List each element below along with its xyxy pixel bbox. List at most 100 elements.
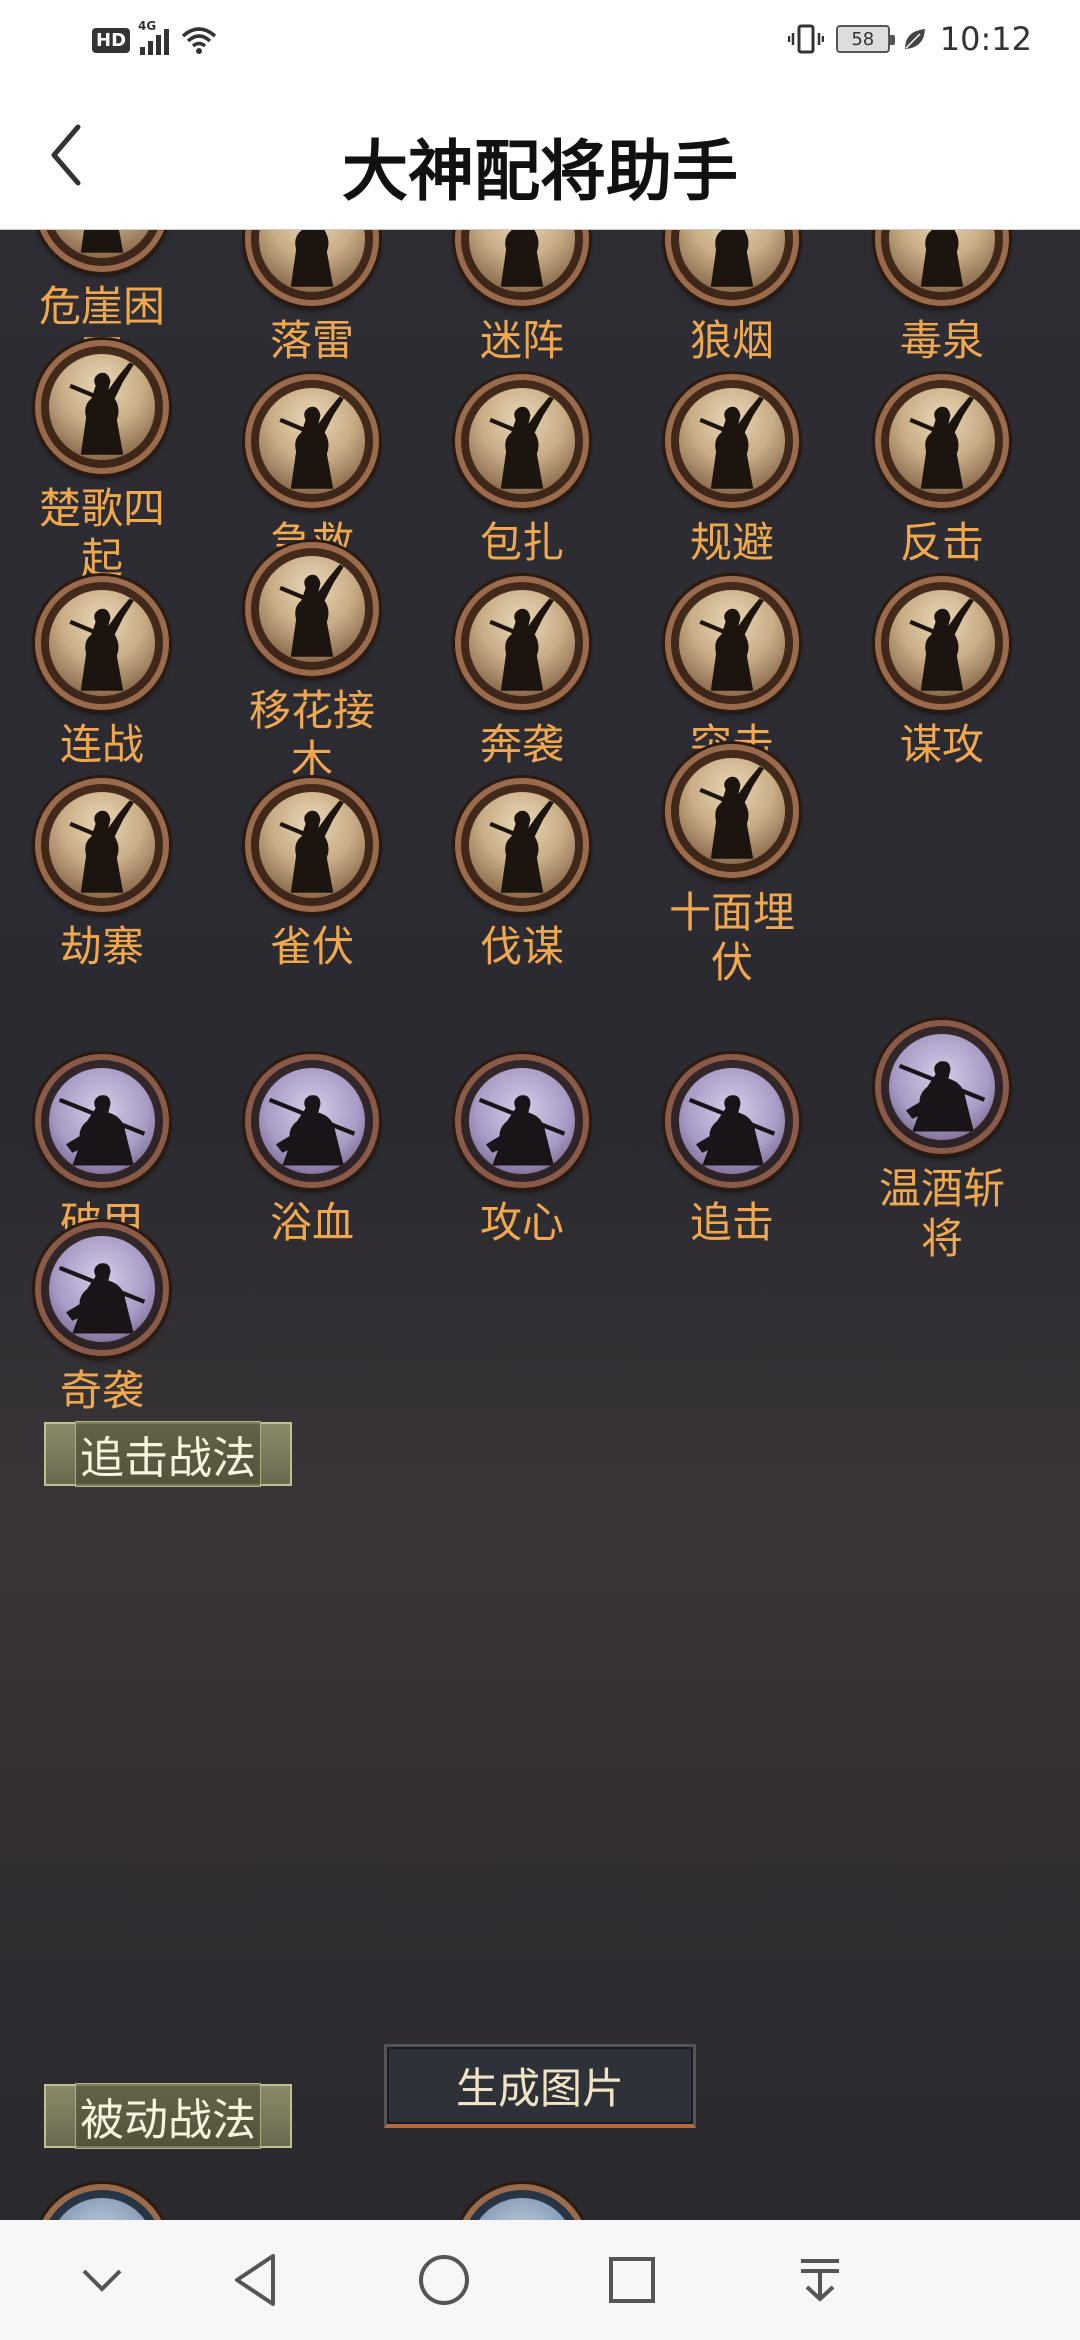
active-skill-item[interactable]: 谋攻 <box>857 576 1027 770</box>
pursuit-skill-icon <box>455 1054 589 1188</box>
skill-label: 十面埋伏 <box>668 888 795 987</box>
pursuit-skill-item[interactable]: 浴血 <box>227 1054 397 1248</box>
skill-label: 反击 <box>899 518 984 567</box>
passive-skill-icon[interactable] <box>35 2184 169 2220</box>
status-bar: HD 4G 58 10:12 <box>0 0 1080 80</box>
signal-icon: 4G <box>138 19 170 55</box>
active-skill-icon <box>665 374 799 508</box>
square-recents-icon <box>609 2257 655 2303</box>
active-skill-icon <box>245 542 379 676</box>
nav-home-button[interactable] <box>414 2250 474 2310</box>
active-skill-icon <box>665 576 799 710</box>
active-skill-item[interactable]: 伐谋 <box>437 778 607 972</box>
skill-label: 伐谋 <box>479 922 564 971</box>
active-skill-item[interactable]: 毒泉 <box>857 230 1027 366</box>
active-skill-icon <box>245 374 379 508</box>
skill-label: 追击 <box>689 1198 774 1247</box>
pursuit-skill-item[interactable]: 追击 <box>647 1054 817 1248</box>
nav-collapse-button[interactable] <box>72 2250 132 2310</box>
active-skill-item[interactable]: 劫寨 <box>17 778 187 972</box>
skill-label: 雀伏 <box>269 922 354 971</box>
triangle-back-icon <box>235 2254 275 2306</box>
active-skill-icon <box>665 744 799 878</box>
skill-label: 攻心 <box>479 1198 564 1247</box>
leaf-icon <box>904 29 925 49</box>
skill-label: 包扎 <box>479 518 564 567</box>
skill-label: 浴血 <box>269 1198 354 1247</box>
section-tag-pursuit: 追击战法 <box>44 1421 292 1487</box>
wifi-icon <box>181 27 217 54</box>
section-tag-passive: 被动战法 <box>44 2083 292 2149</box>
skill-label: 狼烟 <box>689 316 774 365</box>
network-type-label: 4G <box>138 19 157 33</box>
active-skill-item[interactable]: 反击 <box>857 374 1027 568</box>
active-skill-icon <box>245 778 379 912</box>
active-skill-icon <box>455 374 589 508</box>
skill-label: 迷阵 <box>479 316 564 365</box>
active-skill-item[interactable]: 楚歌四起 <box>17 340 187 584</box>
pursuit-skill-item[interactable]: 温酒斩将 <box>857 1020 1027 1264</box>
skill-label: 劫寨 <box>59 922 144 971</box>
pursuit-skill-item[interactable]: 攻心 <box>437 1054 607 1248</box>
page-title: 大神配将助手 <box>342 133 738 210</box>
status-right: 58 10:12 <box>787 20 1032 58</box>
pursuit-skill-icon <box>35 1054 169 1188</box>
active-skill-item[interactable]: 移花接木 <box>227 542 397 786</box>
pursuit-skill-icon <box>245 1054 379 1188</box>
chevron-down-icon <box>82 2269 122 2292</box>
nav-recents-button[interactable] <box>602 2250 662 2310</box>
generate-image-button[interactable]: 生成图片 <box>384 2044 696 2128</box>
skill-list: 危崖困军落雷迷阵狼烟毒泉楚歌四起急救包扎规避反击连战移花接木奔袭突击谋攻劫寨雀伏… <box>0 230 1080 2220</box>
circle-home-icon <box>419 2255 469 2305</box>
active-skill-icon <box>875 230 1009 306</box>
active-skill-icon <box>875 576 1009 710</box>
pursuit-skill-item[interactable]: 破甲 <box>17 1054 187 1248</box>
active-skill-item[interactable]: 雀伏 <box>227 778 397 972</box>
pursuit-skill-icon <box>35 1222 169 1356</box>
skill-label: 奔袭 <box>479 720 564 769</box>
pursuit-skill-icon <box>875 1020 1009 1154</box>
skill-label: 毒泉 <box>899 316 984 365</box>
skill-label: 楚歌四起 <box>38 484 165 583</box>
hd-badge: HD <box>92 27 131 53</box>
active-skill-icon <box>665 230 799 306</box>
skill-label: 连战 <box>59 720 144 769</box>
skill-label: 奇袭 <box>59 1366 144 1415</box>
active-skill-item[interactable]: 包扎 <box>437 374 607 568</box>
section-tag-pursuit-label: 追击战法 <box>75 1421 261 1487</box>
title-bar: 大神配将助手 <box>0 80 1080 230</box>
active-skill-icon <box>875 374 1009 508</box>
active-skill-item[interactable]: 急救 <box>227 374 397 568</box>
nav-back-button[interactable] <box>226 2250 286 2310</box>
passive-skill-icon[interactable] <box>455 2184 589 2220</box>
pursuit-skill-icon <box>665 1054 799 1188</box>
skill-label: 落雷 <box>269 316 354 365</box>
system-nav-bar <box>0 2220 1080 2340</box>
skill-label: 移花接木 <box>248 686 375 785</box>
skill-label: 温酒斩将 <box>878 1164 1005 1263</box>
nav-notification-button[interactable] <box>790 2250 850 2310</box>
vibrate-icon <box>787 24 824 54</box>
active-skill-item[interactable]: 连战 <box>17 576 187 770</box>
active-skill-item[interactable]: 奔袭 <box>437 576 607 770</box>
active-skill-item[interactable]: 突击 <box>647 576 817 770</box>
active-skill-item[interactable]: 迷阵 <box>437 230 607 366</box>
active-skill-icon <box>35 778 169 912</box>
active-skill-icon <box>35 340 169 474</box>
active-skill-item[interactable]: 规避 <box>647 374 817 568</box>
section-tag-passive-label: 被动战法 <box>75 2083 261 2149</box>
active-skill-icon <box>35 230 169 272</box>
battery-icon: 58 <box>835 25 895 53</box>
active-skill-icon <box>455 576 589 710</box>
active-skill-icon <box>35 576 169 710</box>
active-skill-item[interactable]: 狼烟 <box>647 230 817 366</box>
battery-level: 58 <box>851 28 875 50</box>
skill-label: 规避 <box>689 518 774 567</box>
clock: 10:12 <box>939 20 1032 58</box>
active-skill-item[interactable]: 落雷 <box>227 230 397 366</box>
active-skill-item[interactable]: 十面埋伏 <box>647 744 817 988</box>
skill-label: 谋攻 <box>899 720 984 769</box>
active-skill-icon <box>455 778 589 912</box>
active-skill-icon <box>245 230 379 306</box>
pursuit-skill-item[interactable]: 奇袭 <box>17 1222 187 1416</box>
